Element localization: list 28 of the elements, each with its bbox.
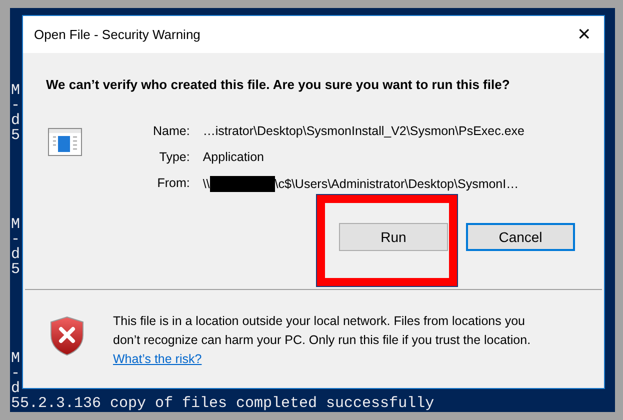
console-line: M xyxy=(11,217,20,232)
field-value: Application xyxy=(202,150,264,164)
console-line: M xyxy=(11,83,20,98)
console-line: d xyxy=(11,113,20,128)
dialog-button[interactable]: Cancel xyxy=(466,223,575,251)
field-value: \c$\Users\Administrator\Desktop\SysmonI… xyxy=(274,177,519,191)
application-window-icon xyxy=(48,128,82,156)
console-line: - xyxy=(11,232,20,247)
field-value: \\ xyxy=(202,177,210,191)
dialog-button[interactable]: Run xyxy=(339,223,448,251)
close-button[interactable]: ✕ xyxy=(564,20,604,50)
field-label: From: xyxy=(156,176,190,192)
field-label: Type: xyxy=(158,150,190,164)
console-line: d xyxy=(11,247,20,262)
console-line: - xyxy=(11,366,20,381)
console-line: 5 xyxy=(11,262,20,277)
field-value: …istrator\Desktop\SysmonInstall_V2\Sysmon\PsExec.exe xyxy=(202,124,524,138)
console-line: - xyxy=(11,98,20,113)
warning-heading: We can’t verify who created this file. Are you sure you want to run this file? xyxy=(46,77,511,92)
field-label: Name: xyxy=(153,124,190,138)
console-line: 5 xyxy=(11,128,20,143)
warning-message: This file is in a location outside your local network. Files from locations you don’t recognize can harm your PC. Only run this file if you trust the location. What’s the risk? xyxy=(113,313,531,368)
window-title: Open File - Security Warning xyxy=(34,27,200,42)
console-line: 55.2.3.136 copy of files completed successfully xyxy=(11,396,434,411)
console-line: M xyxy=(11,351,20,366)
console-line: d xyxy=(11,381,20,396)
risk-link[interactable]: What’s the risk? xyxy=(113,352,202,366)
shield-error-icon xyxy=(50,316,84,356)
